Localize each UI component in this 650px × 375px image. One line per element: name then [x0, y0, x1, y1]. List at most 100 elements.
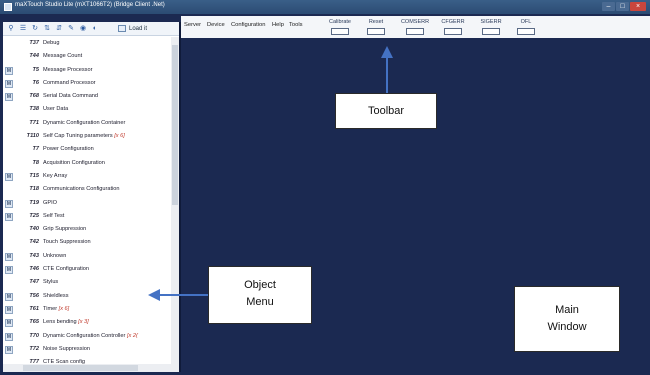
write-icon[interactable]: ✎ [67, 25, 75, 33]
object-list-item[interactable]: M T68 Serial Data Command [3, 90, 171, 103]
object-list-item[interactable]: T18 Communications Configuration [3, 183, 171, 196]
object-list-item[interactable]: T110 Self Cap Tuning parameters [x 6] [3, 130, 171, 143]
object-code: T110 [26, 133, 39, 140]
hscroll-thumb[interactable] [23, 365, 138, 371]
object-list: T37 Debug T44 Message Count M T5 Message Proce… [3, 37, 171, 369]
object-name: Dynamic Configuration Container [43, 117, 125, 130]
module-icon: M [5, 212, 13, 221]
refresh-icon[interactable]: ↻ [31, 25, 39, 33]
sigerr-label: SIGERR [480, 19, 502, 25]
load-button[interactable]: Load it [118, 24, 147, 34]
sigerr-tool: SIGERR [471, 19, 511, 35]
object-name: Message Processor [43, 64, 92, 77]
cfgerr-tool: CFGERR [433, 19, 473, 35]
menu-tools[interactable]: Tools [289, 22, 303, 28]
sort-az-icon[interactable]: ⇅ [43, 25, 51, 33]
object-list-item[interactable]: T38 User Data [3, 103, 171, 116]
object-code: T6 [32, 79, 39, 86]
object-list-item[interactable]: M T56 Shieldless [3, 290, 171, 303]
toolbar-callout: Toolbar [335, 93, 437, 129]
object-list-item[interactable]: T71 Dynamic Configuration Container [3, 117, 171, 130]
object-name: Noise Suppression [43, 343, 90, 356]
object-list-scrollbar[interactable] [171, 37, 179, 364]
menu-help[interactable]: Help [272, 22, 284, 28]
object-code: T38 [29, 106, 39, 113]
object-list-item[interactable]: T8 Acquisition Configuration [3, 157, 171, 170]
object-code: T7 [32, 146, 39, 153]
object-list-item[interactable]: M T25 Self Test [3, 210, 171, 223]
reset-tool[interactable]: Reset [356, 19, 396, 35]
object-list-item[interactable]: T40 Grip Suppression [3, 223, 171, 236]
object-name-text: Timer [43, 305, 58, 312]
object-list-item[interactable]: T7 Power Configuration [3, 143, 171, 156]
sort-icon[interactable]: ⇵ [55, 25, 63, 33]
object-name-text: Message Count [43, 53, 83, 60]
comserr-label: COMSERR [400, 19, 430, 25]
object-list-item[interactable]: T44 Message Count [3, 50, 171, 63]
menu-server[interactable]: Server [184, 22, 201, 28]
object-list-item[interactable]: M T65 Lens bending [x 3] [3, 316, 171, 329]
minimize-button[interactable]: – [602, 2, 615, 11]
ofl-tool: OFL [506, 19, 546, 35]
object-name-text: Power Configuration [43, 146, 94, 153]
reset-button[interactable] [367, 28, 385, 35]
object-list-item[interactable]: M T61 Timer [x 6] [3, 303, 171, 316]
object-instance-count: [x 6] [58, 305, 70, 312]
object-code: T72 [29, 345, 39, 352]
object-code: T43 [29, 252, 39, 259]
object-list-item[interactable]: T37 Debug [3, 37, 171, 50]
object-name: Shieldless [43, 290, 69, 303]
object-list-item[interactable]: M T70 Dynamic Configuration Controller [x … [3, 330, 171, 343]
menu-configuration[interactable]: Configuration [231, 22, 265, 28]
menu-bar: Server Device Configuration Help Tools C… [181, 16, 650, 38]
app-window: maXTouch Studio Lite (mXT1066T2) (Bridge… [0, 0, 650, 375]
main-window-callout: Main Window [514, 286, 620, 352]
module-icon: M [5, 345, 13, 354]
object-name: Self Test [43, 210, 64, 223]
read-icon[interactable]: ◉ [79, 25, 87, 33]
object-list-item[interactable]: M T43 Unknown [3, 250, 171, 263]
object-name: Acquisition Configuration [43, 157, 105, 170]
object-panel: T37 Debug T44 Message Count M T5 Message Proce… [3, 22, 179, 372]
object-list-item[interactable]: M T5 Message Processor [3, 64, 171, 77]
close-button[interactable]: × [630, 2, 646, 11]
scroll-thumb[interactable] [172, 45, 178, 205]
panel-splitter[interactable] [179, 22, 181, 372]
object-list-item[interactable]: M T15 Key Array [3, 170, 171, 183]
comserr-tool: COMSERR [395, 19, 435, 35]
object-name: Self Cap Tuning parameters [x 6] [43, 130, 125, 143]
module-icon: M [5, 199, 13, 208]
object-name-text: Message Processor [43, 66, 93, 73]
object-name-text: User Data [43, 106, 69, 113]
module-icon: M [5, 93, 13, 102]
object-name-text: Shieldless [43, 292, 69, 299]
object-list-item[interactable]: M T72 Noise Suppression [3, 343, 171, 356]
list-view-icon[interactable]: ☰ [19, 25, 27, 33]
object-name-text: Dynamic Configuration Container [43, 119, 126, 126]
calibrate-label: Calibrate [328, 19, 351, 25]
menu-device[interactable]: Device [207, 22, 225, 28]
object-list-item[interactable]: T47 Stylus [3, 276, 171, 289]
object-list-item[interactable]: T42 Touch Suppression [3, 236, 171, 249]
object-instance-count: [x 3] [78, 319, 89, 326]
object-menu-callout-line1: Object [244, 279, 276, 291]
object-list-item[interactable]: M T46 CTE Configuration [3, 263, 171, 276]
toggle-icon[interactable]: ◐ [91, 25, 99, 33]
object-name: User Data [43, 103, 68, 116]
object-code: T44 [29, 53, 39, 60]
object-code: T15 [29, 172, 39, 179]
search-icon[interactable]: ⚲ [7, 25, 15, 33]
object-code: T71 [29, 119, 39, 126]
object-code: T61 [29, 305, 39, 312]
object-code: T37 [29, 40, 39, 46]
object-list-item[interactable]: M T6 Command Processor [3, 77, 171, 90]
calibrate-tool[interactable]: Calibrate [320, 19, 360, 35]
object-name-text: Lens bending [43, 319, 77, 326]
module-icon: M [5, 252, 13, 261]
reset-label: Reset [368, 19, 384, 25]
cfgerr-indicator [444, 28, 462, 35]
object-list-item[interactable]: M T19 GPIO [3, 197, 171, 210]
object-list-hscrollbar[interactable] [3, 364, 179, 372]
calibrate-button[interactable] [331, 28, 349, 35]
maximize-button[interactable]: □ [616, 2, 629, 11]
